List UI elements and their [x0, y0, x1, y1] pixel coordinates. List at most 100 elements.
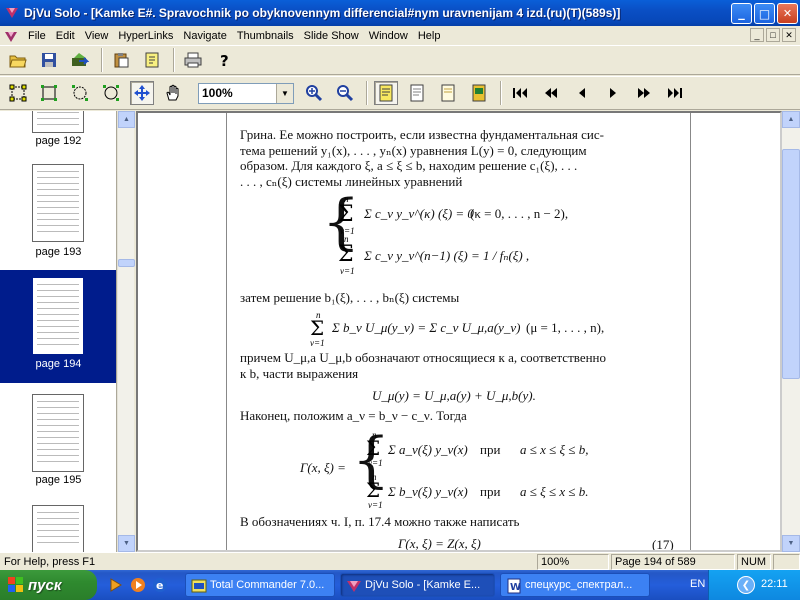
equation: Σ b_ν(ξ) y_ν(x)	[388, 484, 468, 499]
menu-slide-show[interactable]: Slide Show	[299, 30, 364, 42]
sum-limit: ν=1	[368, 458, 383, 468]
task-label: Total Commander 7.0...	[210, 579, 325, 591]
hand-icon[interactable]	[161, 81, 185, 105]
zoom-out-icon[interactable]	[333, 81, 357, 105]
text-line: . . . , cₙ(ξ) системы линейных уравнений	[240, 173, 463, 189]
thumbnail-page-192[interactable]: page 192	[0, 111, 116, 167]
move-icon[interactable]	[130, 81, 154, 105]
document-icon[interactable]	[3, 28, 19, 44]
select-icon[interactable]	[6, 81, 30, 105]
document-scrollbar[interactable]: ▲ ▼	[782, 111, 800, 552]
word-document-icon: W	[506, 578, 522, 594]
status-page: Page 194 of 589	[611, 554, 735, 570]
next-page-icon[interactable]	[601, 81, 625, 105]
save-icon[interactable]	[37, 48, 61, 72]
next-fast-icon[interactable]	[632, 81, 656, 105]
scroll-up-icon[interactable]: ▲	[118, 111, 135, 128]
menu-edit[interactable]: Edit	[51, 30, 80, 42]
help-icon[interactable]: ?	[212, 48, 236, 72]
task-total-commander[interactable]: Total Commander 7.0...	[185, 573, 335, 597]
insert-page-icon[interactable]	[140, 48, 164, 72]
text-line: Грина. Ее можно построить, если известна…	[240, 127, 604, 142]
thumbnail-image	[32, 505, 84, 552]
page-content: Наконец, положим a_ν = b_ν − c_ν. Тогда	[240, 408, 682, 424]
page-content: затем решение b₁(ξ), . . . , bₙ(ξ) систе…	[240, 290, 682, 306]
window-title: DjVu Solo - [Kamke E#. Spravochnik po ob…	[24, 6, 621, 20]
export-icon[interactable]	[68, 48, 92, 72]
maximize-button[interactable]: □	[754, 3, 775, 24]
print-icon[interactable]	[181, 48, 205, 72]
menu-file[interactable]: File	[23, 30, 51, 42]
lasso-icon[interactable]	[68, 81, 92, 105]
last-page-icon[interactable]	[663, 81, 687, 105]
prev-page-icon[interactable]	[570, 81, 594, 105]
page-view-icon[interactable]	[374, 81, 398, 105]
rect-select-icon[interactable]	[37, 81, 61, 105]
doc-restore-button[interactable]: □	[766, 28, 780, 42]
page-gray-icon[interactable]	[405, 81, 429, 105]
prev-fast-icon[interactable]	[539, 81, 563, 105]
scroll-down-icon[interactable]: ▼	[118, 535, 135, 552]
menu-hyperlinks[interactable]: HyperLinks	[113, 30, 178, 42]
media-player-icon[interactable]	[130, 577, 146, 593]
task-djvu-solo[interactable]: DjVu Solo - [Kamke E...	[340, 573, 495, 597]
thumbnails-scrollbar[interactable]: ▲ ▼	[117, 111, 135, 552]
equation-condition: (κ = 0, . . . , n − 2),	[470, 206, 569, 221]
menu-window[interactable]: Window	[364, 30, 413, 42]
thumbnail-image	[32, 277, 84, 355]
menu-thumbnails[interactable]: Thumbnails	[232, 30, 299, 42]
text-line: причем U_μ,a U_μ,b обозначают относящиес…	[240, 350, 607, 365]
thumbnails-panel: page 192 page 193 page 194 page 195	[0, 111, 117, 552]
thumbnail-page-196[interactable]	[0, 505, 116, 552]
equation-word: при	[480, 442, 501, 457]
equation: Γ(x, ξ) =	[300, 460, 346, 475]
start-label: пуск	[28, 576, 62, 594]
doc-minimize-button[interactable]: _	[750, 28, 764, 42]
scroll-down-icon[interactable]: ▼	[782, 535, 800, 552]
sum-sign: Σ	[366, 478, 381, 502]
sum-limit: ν=1	[340, 266, 355, 276]
standard-toolbar: ?	[0, 45, 800, 75]
scroll-thumb[interactable]	[118, 259, 135, 267]
menu-navigate[interactable]: Navigate	[178, 30, 231, 42]
scroll-up-icon[interactable]: ▲	[782, 111, 800, 128]
thumbnail-label: page 195	[35, 474, 82, 486]
status-bar: For Help, press F1 100% Page 194 of 589 …	[0, 552, 800, 570]
zoom-region-icon[interactable]	[99, 81, 123, 105]
tray-chevron-icon[interactable]: ❮	[737, 576, 755, 594]
text-line: Наконец, положим a_ν = b_ν − c_ν. Тогда	[240, 408, 467, 423]
task-word-document[interactable]: W спецкурс_спектрал...	[500, 573, 650, 597]
thumbnail-page-195[interactable]: page 195	[0, 394, 116, 506]
page-content: Грина. Ее можно построить, если известна…	[240, 127, 682, 189]
djvu-app-icon[interactable]	[4, 5, 20, 21]
chevron-down-icon[interactable]: ▼	[276, 83, 293, 103]
thumbnail-image	[32, 394, 84, 472]
first-page-icon[interactable]	[508, 81, 532, 105]
minimize-button[interactable]: _	[731, 3, 752, 24]
page-light-icon[interactable]	[436, 81, 460, 105]
thumbnail-page-194[interactable]: page 194	[0, 270, 116, 383]
menu-help[interactable]: Help	[413, 30, 446, 42]
clock[interactable]: 22:11	[761, 578, 788, 590]
equation-condition: (μ = 1, . . . , n),	[526, 320, 605, 335]
zoom-select[interactable]: 100% ▼	[198, 82, 294, 104]
browser-icon[interactable]: e	[152, 577, 168, 593]
close-button[interactable]: ✕	[777, 3, 798, 24]
page-color-icon[interactable]	[467, 81, 491, 105]
equation-number: (17)	[652, 537, 674, 550]
svg-text:W: W	[510, 582, 521, 593]
doc-close-button[interactable]: ✕	[782, 28, 796, 42]
menu-view[interactable]: View	[80, 30, 114, 42]
zoom-in-icon[interactable]	[302, 81, 326, 105]
paste-icon[interactable]	[109, 48, 133, 72]
scroll-thumb[interactable]	[782, 149, 800, 379]
status-num: NUM	[737, 554, 771, 570]
language-indicator[interactable]: EN	[690, 578, 705, 590]
sum-limit: ν=1	[368, 500, 383, 510]
start-button[interactable]: пуск	[0, 570, 97, 600]
sum-sign: Σ	[338, 202, 354, 227]
thumbnail-page-193[interactable]: page 193	[0, 164, 116, 276]
open-icon[interactable]	[6, 48, 30, 72]
quicklaunch-icon[interactable]	[108, 577, 124, 593]
zoom-value: 100%	[202, 86, 233, 100]
